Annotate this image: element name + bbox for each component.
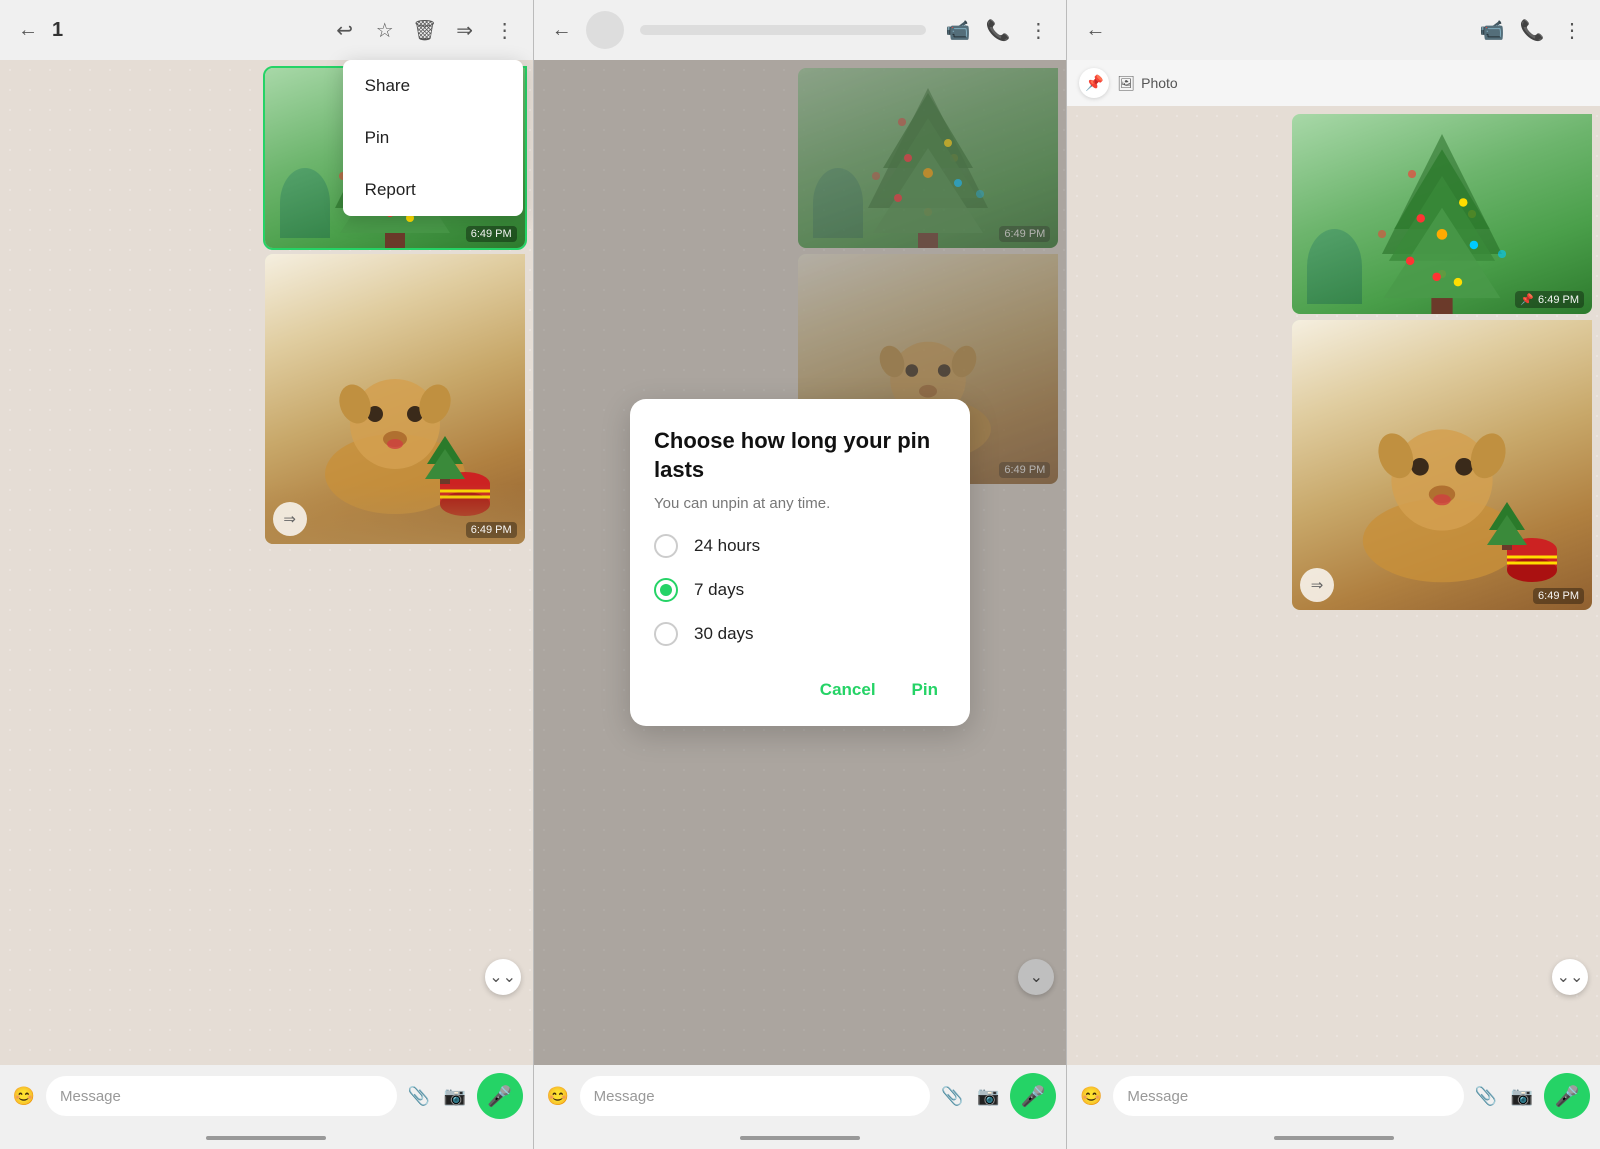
- back-button-right[interactable]: ←: [1079, 14, 1111, 46]
- emoji-icon-right[interactable]: 😊: [1077, 1082, 1105, 1110]
- home-indicator-left: [0, 1127, 533, 1149]
- message-bubble-dog-right[interactable]: 6:49 PM ⇒: [1292, 320, 1592, 610]
- radio-label-30d: 30 days: [694, 624, 754, 644]
- left-top-bar: ← 1 ↩ ☆ 🗑 ⇒ ⋮: [0, 0, 533, 60]
- pin-dialog-overlay: Choose how long your pin lasts You can u…: [534, 60, 1067, 1065]
- pin-duration-dialog: Choose how long your pin lasts You can u…: [630, 399, 970, 725]
- radio-label-7d: 7 days: [694, 580, 744, 600]
- right-input-bar: 😊 Message 📎 📷 🎤: [1067, 1065, 1600, 1127]
- message-bubble-tree-right[interactable]: 📌 6:49 PM: [1292, 114, 1592, 314]
- back-button-mid[interactable]: ←: [546, 14, 578, 46]
- emoji-icon-left[interactable]: 😊: [10, 1082, 38, 1110]
- forward-btn-left[interactable]: ⇒: [273, 502, 307, 536]
- mid-top-bar: ← 📹 📞 ⋮: [534, 0, 1067, 60]
- video-icon-right[interactable]: 📹: [1476, 14, 1508, 46]
- forward-btn-right[interactable]: ⇒: [1300, 568, 1334, 602]
- mid-chat-bg: 6:49 PM: [534, 60, 1067, 1065]
- home-bar-right: [1274, 1136, 1394, 1140]
- message-placeholder-left: Message: [60, 1088, 121, 1105]
- attach-icon-right[interactable]: 📎: [1472, 1082, 1500, 1110]
- mic-btn-mid[interactable]: 🎤: [1010, 1073, 1056, 1119]
- pin-icon-small: 📌: [1520, 293, 1534, 306]
- radio-label-24h: 24 hours: [694, 536, 760, 556]
- pin-time-badge-tree: 📌 6:49 PM: [1515, 291, 1584, 308]
- contact-avatar-mid: [586, 11, 624, 49]
- more-icon-right[interactable]: ⋮: [1556, 14, 1588, 46]
- msg-time-tree-right: 6:49 PM: [1538, 294, 1579, 306]
- msg-time-tree-left: 6:49 PM: [466, 226, 517, 242]
- radio-circle-30d: [654, 622, 678, 646]
- mid-input-bar: 😊 Message 📎 📷 🎤: [534, 1065, 1067, 1127]
- pin-text-row: 🖼 Photo: [1117, 75, 1177, 92]
- contact-name-bar: [640, 25, 927, 35]
- scroll-down-btn-right[interactable]: ⌄⌄: [1552, 959, 1588, 995]
- selection-counter: 1: [52, 19, 63, 42]
- camera-icon-left[interactable]: 📷: [441, 1082, 469, 1110]
- msg-time-dog-right: 6:49 PM: [1533, 588, 1584, 604]
- right-top-bar: ← 📹 📞 ⋮: [1067, 0, 1600, 60]
- attach-icon-left[interactable]: 📎: [405, 1082, 433, 1110]
- home-indicator-mid: [534, 1127, 1067, 1149]
- mic-btn-right[interactable]: 🎤: [1544, 1073, 1590, 1119]
- radio-option-30d[interactable]: 30 days: [654, 622, 946, 646]
- photo-label: Photo: [1141, 75, 1178, 91]
- dialog-title: Choose how long your pin lasts: [654, 427, 946, 484]
- radio-option-24h[interactable]: 24 hours: [654, 534, 946, 558]
- radio-option-7d[interactable]: 7 days: [654, 578, 946, 602]
- delete-icon-left[interactable]: 🗑: [409, 14, 441, 46]
- left-panel: ← 1 ↩ ☆ 🗑 ⇒ ⋮ Share Pin Report: [0, 0, 534, 1149]
- context-menu-report[interactable]: Report: [343, 164, 523, 216]
- context-menu-pin[interactable]: Pin: [343, 112, 523, 164]
- scroll-down-btn-left[interactable]: ⌄⌄: [485, 959, 521, 995]
- table-row: 6:49 PM ⇒: [8, 254, 525, 544]
- message-input-right[interactable]: Message: [1113, 1076, 1464, 1116]
- right-chat-bg: 📌 6:49 PM: [1067, 106, 1600, 1065]
- radio-inner-7d: [660, 584, 672, 596]
- table-row: 📌 6:49 PM: [1075, 114, 1592, 314]
- phone-icon-right[interactable]: 📞: [1516, 14, 1548, 46]
- pin-icon-badge: 📌: [1079, 68, 1109, 98]
- left-input-bar: 😊 Message 📎 📷 🎤: [0, 1065, 533, 1127]
- more-icon-mid[interactable]: ⋮: [1022, 14, 1054, 46]
- message-input-mid[interactable]: Message: [580, 1076, 931, 1116]
- message-placeholder-mid: Message: [594, 1088, 655, 1105]
- pin-icon: 📌: [1085, 74, 1104, 92]
- msg-time-dog-left: 6:49 PM: [466, 522, 517, 538]
- cancel-button[interactable]: Cancel: [812, 674, 884, 706]
- context-menu-share[interactable]: Share: [343, 60, 523, 112]
- message-input-left[interactable]: Message: [46, 1076, 397, 1116]
- pin-indicator-bar[interactable]: 📌 🖼 Photo: [1067, 60, 1600, 106]
- emoji-icon-mid[interactable]: 😊: [544, 1082, 572, 1110]
- mic-btn-left[interactable]: 🎤: [477, 1073, 523, 1119]
- photo-dog-left: 6:49 PM ⇒: [265, 254, 525, 544]
- photo-tree-right: 📌 6:49 PM: [1292, 114, 1592, 314]
- pin-button[interactable]: Pin: [904, 674, 946, 706]
- video-icon-mid[interactable]: 📹: [942, 14, 974, 46]
- attach-icon-mid[interactable]: 📎: [938, 1082, 966, 1110]
- photo-media-icon: 🖼: [1117, 75, 1135, 92]
- dialog-actions: Cancel Pin: [654, 666, 946, 706]
- home-bar-mid: [740, 1136, 860, 1140]
- camera-icon-mid[interactable]: 📷: [974, 1082, 1002, 1110]
- message-placeholder-right: Message: [1127, 1088, 1188, 1105]
- more-icon-left[interactable]: ⋮: [489, 14, 521, 46]
- message-bubble-dog[interactable]: 6:49 PM ⇒: [265, 254, 525, 544]
- mid-panel: ← 📹 📞 ⋮: [534, 0, 1068, 1149]
- table-row: 6:49 PM ⇒: [1075, 320, 1592, 610]
- photo-dog-right: 6:49 PM ⇒: [1292, 320, 1592, 610]
- home-indicator-right: [1067, 1127, 1600, 1149]
- camera-icon-right[interactable]: 📷: [1508, 1082, 1536, 1110]
- reply-icon-left[interactable]: ↩: [329, 14, 361, 46]
- right-panel: ← 📹 📞 ⋮ 📌 🖼 Photo: [1067, 0, 1600, 1149]
- radio-circle-7d: [654, 578, 678, 602]
- right-messages: 📌 6:49 PM: [1067, 106, 1600, 618]
- home-bar-left: [206, 1136, 326, 1140]
- phone-icon-mid[interactable]: 📞: [982, 14, 1014, 46]
- dialog-subtitle: You can unpin at any time.: [654, 495, 946, 512]
- context-menu: Share Pin Report: [343, 60, 523, 216]
- radio-circle-24h: [654, 534, 678, 558]
- forward-icon-left[interactable]: ⇒: [449, 14, 481, 46]
- star-icon-left[interactable]: ☆: [369, 14, 401, 46]
- back-button-left[interactable]: ←: [12, 14, 44, 46]
